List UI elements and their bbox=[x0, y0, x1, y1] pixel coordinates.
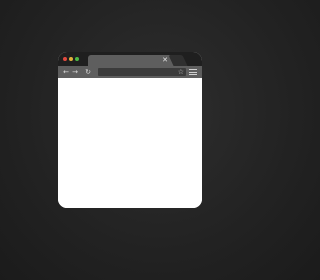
hamburger-menu-icon[interactable] bbox=[189, 69, 197, 75]
minimize-window-button[interactable] bbox=[69, 57, 73, 61]
reload-icon[interactable]: ↻ bbox=[83, 66, 93, 78]
tab-active[interactable]: ✕ bbox=[88, 55, 174, 66]
star-icon[interactable]: ☆ bbox=[178, 68, 184, 76]
maximize-window-button[interactable] bbox=[75, 57, 79, 61]
close-icon[interactable]: ✕ bbox=[162, 55, 168, 66]
arrow-left-icon[interactable]: ← bbox=[62, 66, 70, 78]
browser-window: ✕ ← → ↻ ☆ bbox=[58, 52, 202, 208]
close-window-button[interactable] bbox=[63, 57, 67, 61]
arrow-right-icon[interactable]: → bbox=[71, 66, 79, 78]
title-bar: ✕ bbox=[58, 52, 202, 66]
address-bar-input[interactable]: ☆ bbox=[98, 68, 186, 76]
page-content-area[interactable] bbox=[58, 78, 202, 208]
toolbar: ← → ↻ ☆ bbox=[58, 66, 202, 78]
